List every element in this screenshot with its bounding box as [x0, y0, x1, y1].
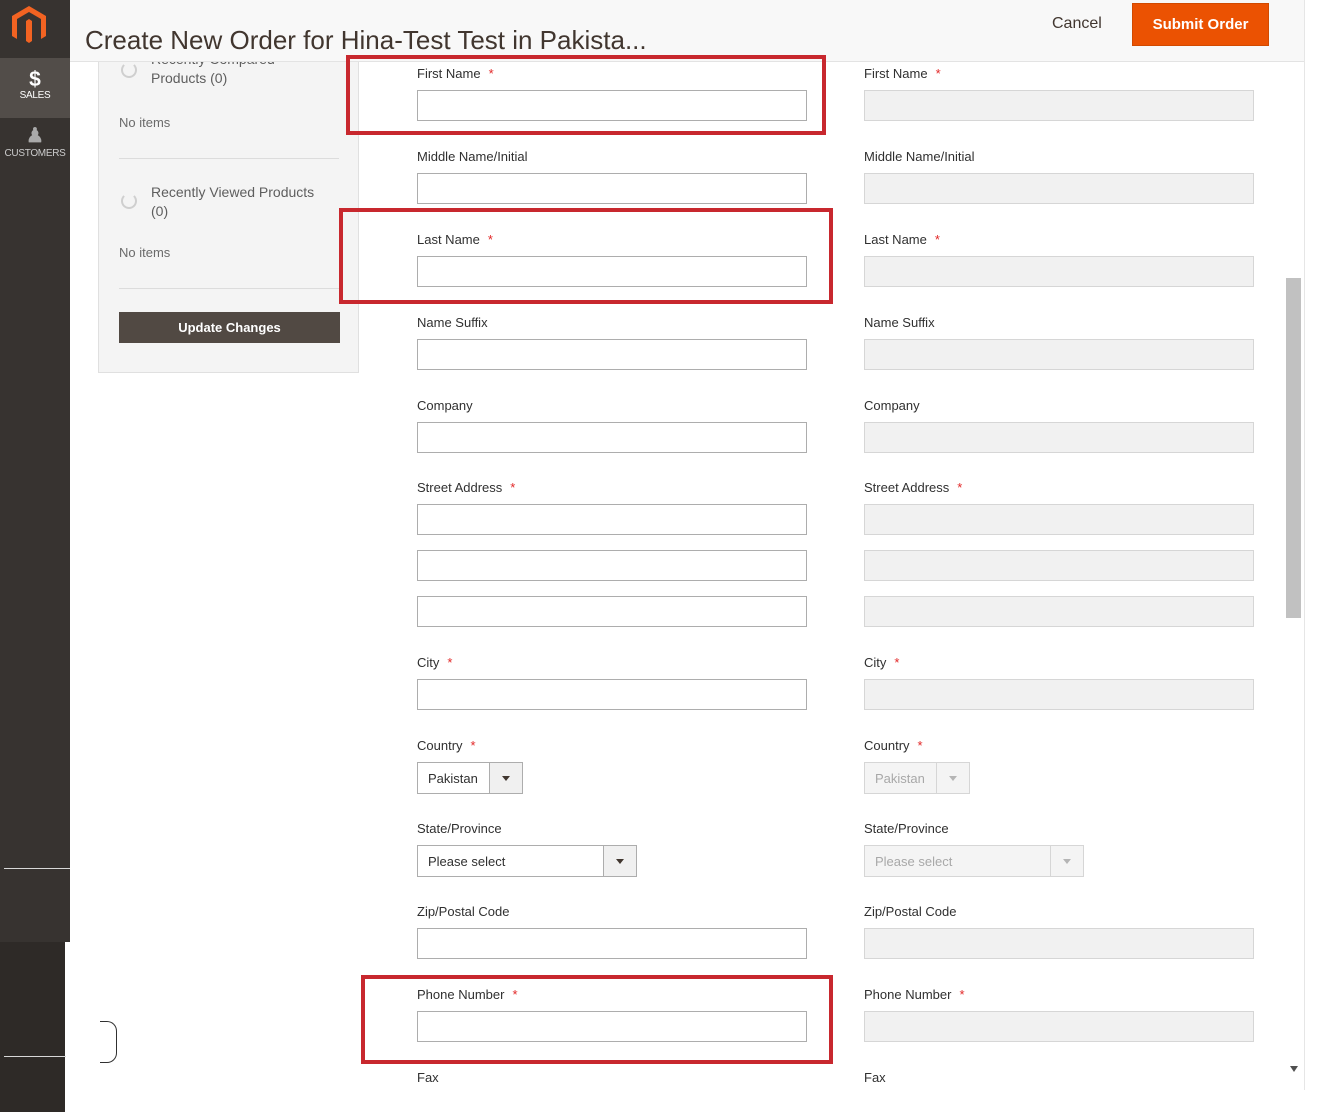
shipping-country-select: Pakistan: [864, 762, 970, 794]
street-address-label: Street Address *: [864, 480, 963, 495]
country-label: Country *: [864, 738, 923, 753]
billing-zip-input[interactable]: [417, 928, 807, 959]
page-title: Create New Order for Hina-Test Test in P…: [85, 25, 647, 56]
nav-item-sales[interactable]: $ SALES: [0, 58, 70, 118]
billing-street-line-1-input[interactable]: [417, 504, 807, 535]
middle-name-label: Middle Name/Initial: [864, 149, 975, 164]
country-label: Country *: [417, 738, 476, 753]
bottom-dark-strip: [0, 942, 65, 1112]
required-mark: *: [488, 66, 494, 81]
first-name-label: First Name *: [417, 66, 494, 81]
nav-item-customers-label: CUSTOMERS: [4, 148, 66, 159]
recently-viewed-title: Recently Viewed Products (0): [151, 184, 315, 219]
magento-logo-icon: [12, 6, 46, 43]
state-placeholder: Please select: [875, 854, 953, 869]
shipping-street-line-1-input: [864, 504, 1254, 535]
dollar-icon: $: [29, 68, 41, 91]
billing-street-line-3-input[interactable]: [417, 596, 807, 627]
shipping-company-input: [864, 422, 1254, 453]
required-mark: *: [917, 738, 923, 753]
chat-toggle-handle[interactable]: [100, 1021, 117, 1063]
recently-compared-empty: No items: [119, 115, 171, 130]
billing-country-select[interactable]: Pakistan: [417, 762, 523, 794]
city-label: City *: [417, 655, 453, 670]
shipping-state-select: Please select: [864, 845, 1084, 877]
billing-street-line-2-input[interactable]: [417, 550, 807, 581]
required-mark: *: [959, 987, 965, 1002]
state-label: State/Province: [864, 821, 949, 836]
required-mark: *: [935, 66, 941, 81]
page-header: Create New Order for Hina-Test Test in P…: [70, 0, 1304, 62]
shipping-phone-input: [864, 1011, 1254, 1042]
submit-order-button[interactable]: Submit Order: [1132, 3, 1269, 46]
divider: [4, 1056, 66, 1057]
zip-label: Zip/Postal Code: [864, 904, 957, 919]
recently-viewed-empty: No items: [119, 245, 171, 260]
order-sidebar: Recently Compared Products (0) No items …: [98, 62, 359, 373]
required-mark: *: [447, 655, 453, 670]
divider: [119, 158, 339, 159]
shipping-last-name-input: [864, 256, 1254, 287]
country-selected-value: Pakistan: [428, 771, 478, 786]
zip-label: Zip/Postal Code: [417, 904, 510, 919]
shipping-first-name-input: [864, 90, 1254, 121]
person-icon: ♟: [26, 125, 44, 147]
required-mark: *: [957, 480, 963, 495]
state-label: State/Province: [417, 821, 502, 836]
country-selected-value: Pakistan: [875, 771, 925, 786]
divider: [1304, 0, 1305, 1090]
required-mark: *: [894, 655, 900, 670]
shipping-street-line-3-input: [864, 596, 1254, 627]
last-name-label: Last Name *: [864, 232, 940, 247]
shipping-zip-input: [864, 928, 1254, 959]
required-mark: *: [487, 232, 493, 247]
billing-name-suffix-input[interactable]: [417, 339, 807, 370]
cancel-button[interactable]: Cancel: [1052, 15, 1102, 33]
billing-middle-name-input[interactable]: [417, 173, 807, 204]
divider: [119, 288, 339, 289]
phone-label: Phone Number *: [864, 987, 965, 1002]
page-scrollbar[interactable]: [1284, 62, 1304, 1082]
shipping-middle-name-input: [864, 173, 1254, 204]
shipping-street-line-2-input: [864, 550, 1254, 581]
chevron-down-icon[interactable]: [603, 846, 636, 876]
shipping-name-suffix-input: [864, 339, 1254, 370]
chevron-down-icon[interactable]: [489, 763, 522, 793]
required-mark: *: [510, 480, 516, 495]
scrollbar-thumb[interactable]: [1286, 278, 1301, 618]
chevron-down-icon: [936, 763, 969, 793]
name-suffix-label: Name Suffix: [417, 315, 488, 330]
nav-item-sales-label: SALES: [19, 90, 51, 101]
first-name-label: First Name *: [864, 66, 941, 81]
required-mark: *: [512, 987, 518, 1002]
update-changes-button[interactable]: Update Changes: [119, 312, 340, 343]
billing-last-name-input[interactable]: [417, 256, 807, 287]
refresh-icon[interactable]: [121, 62, 137, 78]
required-mark: *: [934, 232, 940, 247]
billing-city-input[interactable]: [417, 679, 807, 710]
divider: [4, 868, 70, 869]
middle-name-label: Middle Name/Initial: [417, 149, 528, 164]
required-mark: *: [470, 738, 476, 753]
city-label: City *: [864, 655, 900, 670]
company-label: Company: [417, 398, 473, 413]
scroll-down-arrow-icon[interactable]: [1290, 1066, 1298, 1072]
phone-label: Phone Number *: [417, 987, 518, 1002]
street-address-label: Street Address *: [417, 480, 516, 495]
name-suffix-label: Name Suffix: [864, 315, 935, 330]
billing-first-name-input[interactable]: [417, 90, 807, 121]
chevron-down-icon: [1050, 846, 1083, 876]
fax-label: Fax: [864, 1070, 886, 1082]
company-label: Company: [864, 398, 920, 413]
refresh-icon[interactable]: [121, 193, 137, 209]
billing-phone-input[interactable]: [417, 1011, 807, 1042]
last-name-label: Last Name *: [417, 232, 493, 247]
billing-company-input[interactable]: [417, 422, 807, 453]
shipping-city-input: [864, 679, 1254, 710]
magento-logo[interactable]: [0, 0, 70, 58]
billing-state-select[interactable]: Please select: [417, 845, 637, 877]
state-placeholder: Please select: [428, 854, 506, 869]
fax-label: Fax: [417, 1070, 439, 1082]
nav-item-customers[interactable]: ♟ CUSTOMERS: [0, 118, 70, 178]
